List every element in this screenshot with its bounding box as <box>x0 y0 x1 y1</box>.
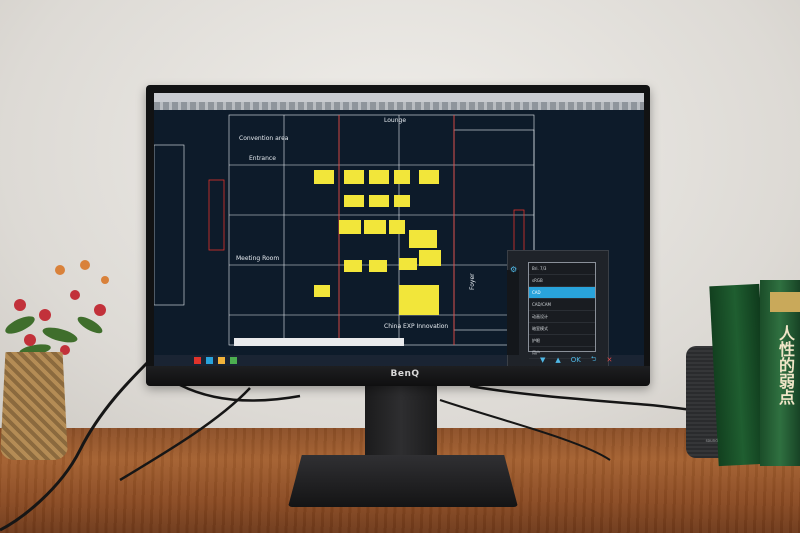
cad-menubar[interactable] <box>154 93 644 102</box>
back-icon[interactable]: ⮌ <box>591 355 597 366</box>
osd-item-cad-cam[interactable]: CAD/CAM <box>529 299 595 311</box>
osd-item-eyecare[interactable]: 护眼 <box>529 335 595 347</box>
osd-sidebar <box>507 270 519 355</box>
app-icon[interactable] <box>194 357 201 364</box>
chevron-up-icon[interactable]: ▲ <box>555 356 560 364</box>
cad-label-meeting: Meeting Room <box>236 255 279 262</box>
gear-icon: ⚙ <box>510 265 518 274</box>
folder-icon[interactable] <box>218 357 225 364</box>
monitor-stand-neck <box>365 380 437 460</box>
osd-item-darkroom[interactable]: 暗室模式 <box>529 323 595 335</box>
wicker-basket <box>0 352 68 460</box>
osd-item-srgb[interactable]: sRGB <box>529 275 595 287</box>
osd-item-brightness[interactable]: Bri. 7/3 <box>529 263 595 275</box>
osd-item-animation[interactable]: 动画设计 <box>529 311 595 323</box>
monitor-stand-base <box>288 455 518 507</box>
cad-command-line[interactable] <box>234 338 404 346</box>
browser-icon[interactable] <box>206 357 213 364</box>
cad-label-foyer: Foyer <box>469 273 476 290</box>
flower-arrangement <box>5 260 109 356</box>
cad-toolbar[interactable] <box>154 102 644 110</box>
osd-key-hints: ▼ ▲ OK ⮌ ✕ <box>540 354 612 366</box>
cad-label-convention: Convention area <box>239 135 289 142</box>
close-icon[interactable]: ✕ <box>607 356 613 364</box>
cad-label-entrance: Entrance <box>249 155 276 162</box>
app-icon[interactable] <box>230 357 237 364</box>
osd-mode-list[interactable]: Bri. 7/3 sRGB CAD CAD/CAM 动画设计 暗室模式 护眼 用… <box>528 262 596 359</box>
brand-logo: BenQ <box>390 369 420 379</box>
book-spine-title: 人性的弱点 <box>776 325 795 405</box>
osd-item-cad[interactable]: CAD <box>529 287 595 299</box>
cad-label-china: China EXP Innovation <box>384 323 448 330</box>
cad-label-lounge: Lounge <box>384 117 406 124</box>
chevron-down-icon[interactable]: ▼ <box>540 356 545 364</box>
book-top-band <box>770 292 800 312</box>
ok-button[interactable]: OK <box>571 356 581 364</box>
